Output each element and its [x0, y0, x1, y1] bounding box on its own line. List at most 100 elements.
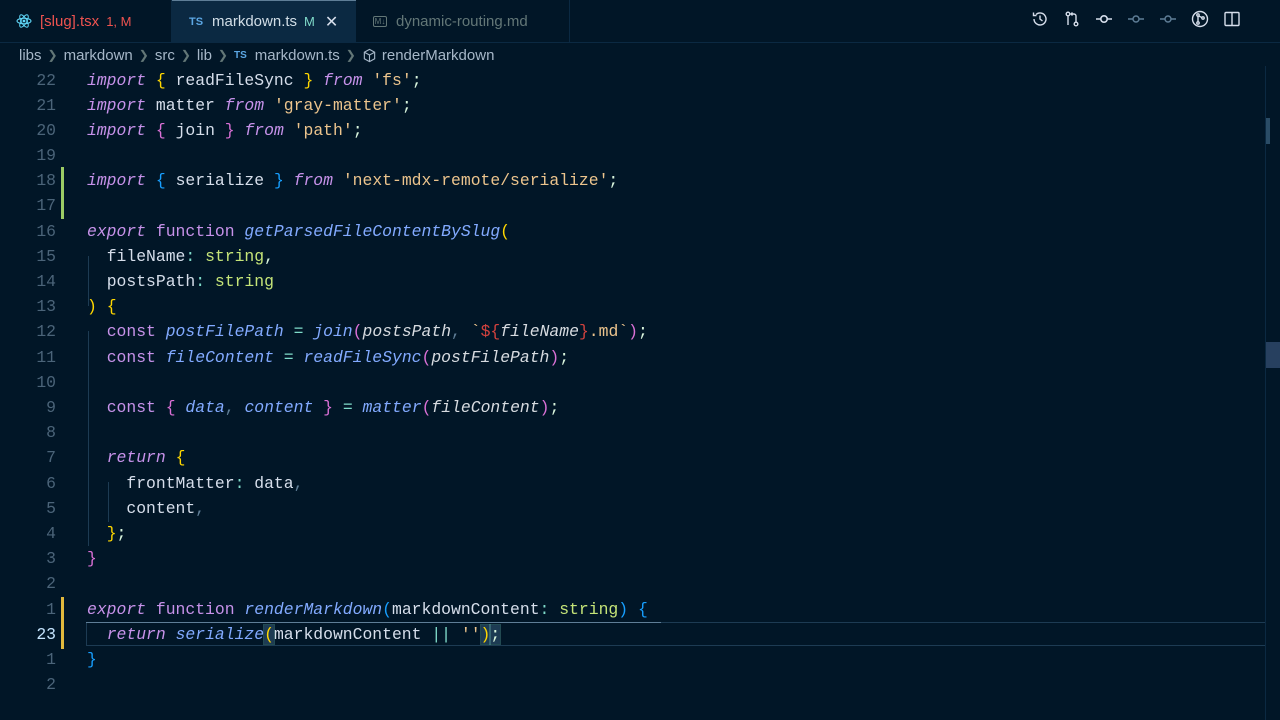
code-line: 14 postsPath: string — [0, 269, 1266, 294]
code-line: 12 const postFilePath = join(postsPath, … — [0, 319, 1266, 344]
line-number: 7 — [46, 448, 56, 467]
line-number: 3 — [46, 549, 56, 568]
code-line: 15 fileName: string, — [0, 244, 1266, 269]
code-text: import matter from 'gray-matter'; — [87, 96, 412, 115]
tab-markdown-ts[interactable]: TS markdown.ts M ✕ — [172, 0, 356, 42]
line-number: 11 — [36, 348, 56, 367]
line-number: 2 — [46, 574, 56, 593]
line-number: 16 — [36, 222, 56, 241]
line-number: 4 — [46, 524, 56, 543]
code-text: } — [87, 549, 97, 568]
code-text: return { — [106, 448, 186, 467]
line-number: 19 — [36, 146, 56, 165]
code-line: 20 import { join } from 'path'; — [0, 118, 1266, 143]
editor-toolbar — [1029, 8, 1242, 29]
code-line: 21 import matter from 'gray-matter'; — [0, 93, 1266, 118]
line-number: 1 — [46, 600, 56, 619]
close-icon[interactable]: ✕ — [325, 12, 338, 32]
line-number: 20 — [36, 121, 56, 140]
tab-label: dynamic-routing.md — [396, 12, 528, 30]
code-text: import { join } from 'path'; — [87, 121, 363, 140]
code-text: import { readFileSync } from 'fs'; — [87, 71, 422, 90]
tab-slug-tsx[interactable]: [slug].tsx 1, M — [0, 0, 172, 42]
tab-status: M — [304, 14, 315, 29]
tab-label: markdown.ts — [212, 13, 298, 30]
git-next-icon[interactable] — [1157, 8, 1178, 29]
breadcrumb-file[interactable]: markdown.ts — [255, 47, 340, 64]
line-number: 10 — [36, 373, 56, 392]
code-text: ) { — [87, 297, 117, 316]
line-number: 22 — [36, 71, 56, 90]
code-line: 10 — [0, 370, 1266, 395]
code-line: 17 — [0, 193, 1266, 218]
code-line: 22 import { readFileSync } from 'fs'; — [0, 68, 1266, 93]
breadcrumb-item-src[interactable]: src — [155, 47, 175, 64]
markdown-badge: M↓ — [372, 15, 388, 27]
line-number: 14 — [36, 272, 56, 291]
line-number: 15 — [36, 247, 56, 266]
breadcrumb-item-lib[interactable]: lib — [197, 47, 212, 64]
code-text: const fileContent = readFileSync(postFil… — [106, 348, 570, 367]
code-editor[interactable]: 22 import { readFileSync } from 'fs'; 21… — [0, 66, 1266, 720]
breadcrumb: libs ❯ markdown ❯ src ❯ lib ❯ TS markdow… — [19, 44, 494, 66]
scrollbar-thumb[interactable] — [1266, 342, 1280, 368]
code-line: 1 } — [0, 647, 1266, 672]
code-line: 1 export function renderMarkdown(markdow… — [0, 597, 1266, 622]
line-number: 21 — [36, 96, 56, 115]
code-line: 19 — [0, 143, 1266, 168]
scrollbar-marker — [1266, 118, 1270, 144]
code-line: 8 — [0, 420, 1266, 445]
code-line: 9 const { data, content } = matter(fileC… — [0, 395, 1266, 420]
source-control-compare-icon[interactable] — [1061, 8, 1082, 29]
line-number: 13 — [36, 297, 56, 316]
code-line: 18 import { serialize } from 'next-mdx-r… — [0, 168, 1266, 193]
tab-label: [slug].tsx — [40, 12, 100, 30]
code-line: 5 content, — [0, 496, 1266, 521]
code-text: content, — [126, 499, 206, 518]
git-prev-icon[interactable] — [1125, 8, 1146, 29]
code-text: export function getParsedFileContentBySl… — [87, 222, 511, 241]
code-line: 16 export function getParsedFileContentB… — [0, 219, 1266, 244]
line-number: 12 — [36, 322, 56, 341]
typescript-icon: TS — [233, 49, 247, 61]
code-text: return serialize(markdownContent || ''); — [106, 624, 502, 645]
code-text: } — [87, 650, 97, 669]
code-line: 4 }; — [0, 521, 1266, 546]
code-text: postsPath: string — [106, 272, 274, 291]
timeline-icon[interactable] — [1029, 8, 1050, 29]
code-text: import { serialize } from 'next-mdx-remo… — [87, 171, 619, 190]
markdown-icon: M↓ — [368, 15, 392, 27]
method-symbol-icon — [362, 48, 377, 63]
react-icon — [12, 13, 36, 29]
code-line: 13 ) { — [0, 294, 1266, 319]
split-editor-icon[interactable] — [1221, 8, 1242, 29]
line-number: 18 — [36, 171, 56, 190]
line-number: 8 — [46, 423, 56, 442]
code-text: frontMatter: data, — [126, 474, 304, 493]
chevron-right-icon: ❯ — [47, 48, 58, 62]
editor-tab-bar: [slug].tsx 1, M TS markdown.ts M ✕ M↓ dy… — [0, 0, 1280, 43]
line-number: 9 — [46, 398, 56, 417]
tab-dynamic-routing-md[interactable]: M↓ dynamic-routing.md — [356, 0, 570, 42]
chevron-right-icon: ❯ — [345, 48, 356, 62]
git-graph-icon[interactable] — [1189, 8, 1210, 29]
code-line: 6 frontMatter: data, — [0, 471, 1266, 496]
code-line: 2 — [0, 571, 1266, 596]
chevron-right-icon: ❯ — [138, 48, 149, 62]
line-number: 17 — [36, 196, 56, 215]
git-commit-icon[interactable] — [1093, 8, 1114, 29]
code-text: fileName: string, — [106, 247, 274, 266]
line-number: 1 — [46, 650, 56, 669]
code-text: }; — [106, 524, 127, 543]
vertical-scrollbar[interactable] — [1265, 66, 1280, 720]
breadcrumb-item-markdown[interactable]: markdown — [64, 47, 133, 64]
code-text: const { data, content } = matter(fileCon… — [106, 398, 560, 417]
code-line: 7 return { — [0, 445, 1266, 470]
line-number: 23 — [36, 625, 56, 644]
code-line: 3 } — [0, 546, 1266, 571]
breadcrumb-item-libs[interactable]: libs — [19, 47, 42, 64]
line-number: 6 — [46, 474, 56, 493]
breadcrumb-symbol[interactable]: renderMarkdown — [382, 47, 495, 64]
typescript-icon: TS — [188, 15, 204, 28]
line-number: 5 — [46, 499, 56, 518]
